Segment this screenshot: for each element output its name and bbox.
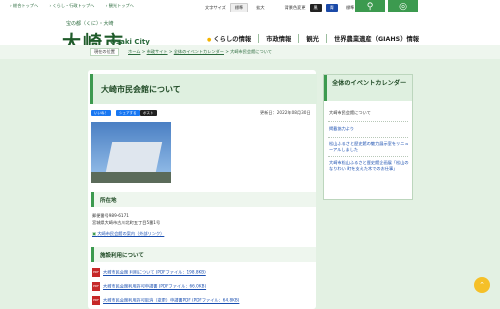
usage-heading: 施設利用について [91, 247, 316, 262]
sidebar-heading: 全体のイベントカレンダー [324, 75, 412, 101]
breadcrumb-event-calendar[interactable]: 全体のイベントカレンダー [174, 49, 224, 54]
pdf-icon: PDF [92, 282, 100, 291]
nav-city-info[interactable]: 市政情報 [258, 34, 298, 43]
global-nav: ● くらしの情報 市政情報 観光 世界農業遺産（GIAHS）情報 [200, 34, 426, 43]
bg-color-label: 背景色変更 [284, 5, 306, 10]
sidebar-item[interactable]: 松山ふるさと歴史館の魅力展示室をリニューアルしました [329, 141, 409, 153]
bullet-icon: ● [207, 37, 212, 43]
link-living[interactable]: › くらし・行政トップへ [49, 3, 94, 8]
nav-living-label: くらしの情報 [213, 36, 252, 43]
page-top-button[interactable]: ⌃ [474, 277, 490, 293]
map-link-text: 大崎市民会館の案内（外部リンク） [97, 231, 165, 236]
usage-heading-text: 施設利用について [100, 253, 144, 259]
pdf-link[interactable]: PDF 大崎市民会館 利用について (PDFファイル：198.8KB) [92, 268, 206, 277]
nav-giahs[interactable]: 世界農業遺産（GIAHS）情報 [325, 34, 426, 43]
building-shape [105, 142, 163, 172]
sidebar-item[interactable]: 大崎市松山ふるさと歴史館企画展「松山のなりわい 町を支えた木でのお仕事」 [329, 160, 409, 172]
sidebar-item-current[interactable]: 大崎市民会館について [329, 110, 409, 116]
ground-shape [91, 172, 171, 183]
site-tagline: 宝の都（くに）・大崎 [66, 21, 114, 27]
top-links: › 総合トップへ › くらし・行政トップへ › 観光トップへ [10, 3, 144, 9]
current-position-label: 現在の位置 [90, 48, 119, 56]
page-title: 大崎市民会館について [101, 85, 181, 94]
nav-tourism[interactable]: 観光 [298, 34, 326, 43]
updated-date: 更新日：2022年08月30日 [260, 110, 311, 115]
font-size-label: 文字サイズ [205, 5, 226, 10]
chevron-up-icon: ⌃ [479, 281, 485, 289]
link-tourism[interactable]: › 観光トップへ [106, 3, 134, 8]
font-size-large-button[interactable]: 拡大 [252, 4, 268, 12]
pdf-link-text: 大崎市民会館利用許可取消（変更）申請書PDF (PDFファイル：64.8KB) [103, 297, 240, 303]
facebook-share-button[interactable]: シェアする [116, 110, 140, 116]
page-title-box: 大崎市民会館について [90, 74, 317, 104]
pdf-link-text: 大崎市民会館 利用について (PDFファイル：198.8KB) [103, 269, 206, 275]
postal-code: 郵便番号989-6171 [92, 213, 129, 218]
pdf-icon: PDF [92, 268, 100, 277]
divider [328, 137, 408, 138]
breadcrumb-city-site[interactable]: 市政サイト [147, 49, 168, 54]
location-heading-text: 所在地 [100, 198, 117, 204]
facebook-like-button[interactable]: いいね！ [91, 110, 111, 116]
external-link-icon: ▣ [92, 231, 96, 236]
link-top-home[interactable]: › 総合トップへ [10, 3, 38, 8]
bg-blue-button[interactable]: 青 [325, 4, 338, 12]
map-link[interactable]: ▣ 大崎市民会館の案内（外部リンク） [92, 231, 164, 237]
bg-black-button[interactable]: 黒 [309, 4, 322, 12]
x-post-button[interactable]: ポスト [140, 110, 157, 116]
breadcrumb-trail: ホーム > 市政サイト > 全体のイベントカレンダー > 大崎市民会館について [128, 49, 272, 54]
divider [328, 121, 408, 122]
sidebar-heading-text: 全体のイベントカレンダー [332, 80, 407, 87]
sidebar-menu: 全体のイベントカレンダー 大崎市民会館について 掲載協力より 松山ふるさと歴史館… [323, 74, 413, 200]
breadcrumb-home[interactable]: ホーム [128, 49, 140, 54]
nav-tourism-label: 観光 [306, 36, 319, 43]
address: 宮城県大崎市古川北町五丁目5番1号 [92, 220, 161, 225]
nav-giahs-label: 世界農業遺産（GIAHS）情報 [333, 36, 420, 43]
pdf-link[interactable]: PDF 大崎市民会館利用許可申請書 (PDFファイル：66.0KB) [92, 282, 206, 291]
pdf-link-text: 大崎市民会館利用許可申請書 (PDFファイル：66.0KB) [103, 283, 207, 289]
hall-photo [91, 122, 171, 183]
pdf-icon: PDF [92, 296, 100, 305]
pdf-link[interactable]: PDF 大崎市民会館利用許可取消（変更）申請書PDF (PDFファイル：64.8K… [92, 296, 239, 305]
breadcrumb-current: 大崎市民会館について [230, 49, 272, 54]
sidebar-item[interactable]: 掲載協力より [329, 126, 409, 132]
main-content: 大崎市民会館について いいね！ シェアする ポスト 更新日：2022年08月30… [88, 70, 317, 309]
divider [328, 156, 408, 157]
nav-city-info-label: 市政情報 [266, 36, 292, 43]
location-heading: 所在地 [91, 192, 316, 207]
breadcrumb: 現在の位置 ホーム > 市政サイト > 全体のイベントカレンダー > 大崎市民会… [0, 45, 500, 59]
nav-living[interactable]: ● くらしの情報 [200, 34, 258, 43]
